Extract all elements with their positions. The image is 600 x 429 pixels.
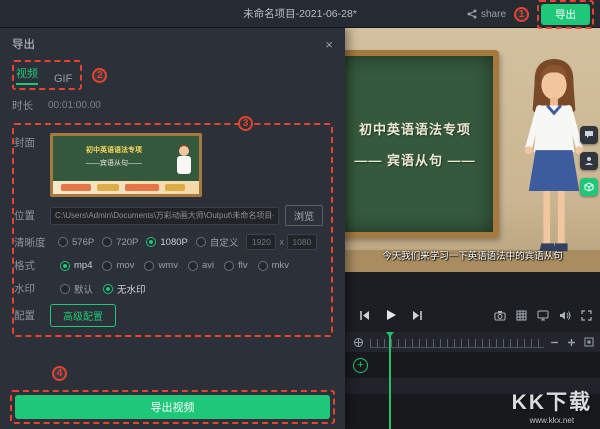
export-video-highlight-box: 导出视频: [10, 390, 335, 424]
thumb-title-line2: ——宾语从句——: [59, 158, 169, 168]
close-icon[interactable]: ×: [325, 38, 333, 51]
tab-gif[interactable]: GIF: [54, 73, 72, 87]
location-label: 位置: [14, 208, 50, 223]
radio-icon: [146, 237, 156, 247]
props-tool-button[interactable]: [580, 178, 598, 196]
radio-icon: [103, 284, 113, 294]
annotation-circle-1: 1: [514, 7, 529, 22]
transport-bar: [345, 300, 600, 330]
board-title-line1: 初中英语语法专项: [359, 119, 471, 138]
speech-bubble-icon: [584, 130, 594, 140]
radio-icon: [258, 261, 268, 271]
fit-timeline-icon[interactable]: [584, 337, 594, 347]
cube-icon: [584, 182, 594, 192]
advanced-config-button[interactable]: 高级配置: [50, 304, 116, 327]
snapshot-button[interactable]: [494, 310, 506, 321]
dialog-title: 导出: [12, 36, 35, 52]
times-separator: x: [279, 237, 284, 247]
cover-label: 封面: [14, 135, 50, 150]
timeline-track[interactable]: [345, 378, 600, 394]
format-option-mkv[interactable]: mkv: [258, 260, 289, 271]
cover-thumbnail[interactable]: 初中英语语法专项 ——宾语从句——: [50, 133, 202, 197]
timeline-panel: + KK下载 www.kkx.net: [345, 272, 600, 429]
radio-icon: [188, 261, 198, 271]
timeline-ruler[interactable]: [370, 339, 544, 348]
annotation-circle-3: 3: [238, 116, 253, 131]
tab-video[interactable]: 视频: [16, 65, 38, 87]
annotation-circle-2: 2: [92, 68, 107, 83]
person-icon: [584, 156, 594, 166]
radio-icon: [102, 237, 112, 247]
config-label: 配置: [14, 308, 50, 323]
format-option-avi[interactable]: avi: [188, 260, 214, 271]
zoom-out-icon[interactable]: [550, 338, 559, 347]
quality-option-1080p[interactable]: 1080P: [146, 237, 187, 248]
app-window: 未命名项目-2021-06-28* share 1 导出 初中英语语法专项 ——…: [0, 0, 600, 429]
export-highlight-box: 导出: [537, 0, 594, 29]
format-option-mov[interactable]: mov: [102, 260, 134, 271]
top-bar: 未命名项目-2021-06-28* share 1 导出: [0, 0, 600, 28]
radio-icon: [102, 261, 112, 271]
tabs-highlight-box: 视频 GIF: [12, 60, 82, 90]
watermark-label: 水印: [14, 281, 50, 296]
output-path-input[interactable]: [50, 207, 279, 225]
radio-icon: [224, 261, 234, 271]
thumb-banner: [53, 181, 199, 194]
chalkboard: 初中英语语法专项 —— 宾语从句 ——: [345, 50, 499, 238]
custom-width-input[interactable]: [246, 234, 276, 250]
skip-forward-button[interactable]: [412, 310, 423, 321]
radio-icon: [60, 261, 70, 271]
locate-playhead-button[interactable]: [353, 337, 364, 348]
format-option-mp4[interactable]: mp4: [60, 260, 92, 271]
timeline-ruler-row: [345, 332, 600, 352]
playhead[interactable]: [389, 332, 391, 429]
format-option-flv[interactable]: flv: [224, 260, 248, 271]
format-label: 格式: [14, 258, 50, 273]
stage-canvas[interactable]: 初中英语语法专项 —— 宾语从句 ——: [345, 28, 600, 272]
radio-icon: [196, 237, 206, 247]
export-button[interactable]: 导出: [541, 4, 590, 25]
duration-label: 时长: [12, 98, 48, 113]
track-area[interactable]: +: [345, 352, 600, 429]
monitor-button[interactable]: [537, 310, 549, 321]
character-tool-button[interactable]: [580, 152, 598, 170]
thumb-character: [179, 146, 189, 156]
export-dialog: 导出 × 视频 GIF 2 时长 00:01:00.00 3 封面 初中英语语法…: [0, 28, 345, 429]
fullscreen-button[interactable]: [581, 310, 592, 321]
export-video-button[interactable]: 导出视频: [15, 395, 330, 419]
browse-button[interactable]: 浏览: [285, 205, 323, 226]
skip-back-button[interactable]: [359, 310, 370, 321]
scene-side-toolbar: [580, 126, 598, 196]
quality-option-720p[interactable]: 720P: [102, 237, 138, 248]
grid-view-button[interactable]: [516, 310, 527, 321]
share-button[interactable]: share: [467, 9, 506, 20]
play-button[interactable]: [385, 309, 397, 321]
board-title-line2: —— 宾语从句 ——: [354, 150, 475, 169]
thumb-title-line1: 初中英语语法专项: [59, 145, 169, 155]
subtitle-tool-button[interactable]: [580, 126, 598, 144]
annotation-circle-4: 4: [52, 366, 67, 381]
quality-label: 清晰度: [14, 235, 50, 250]
radio-icon: [60, 284, 70, 294]
settings-highlight-box: 3 封面 初中英语语法专项 ——宾语从句—— 位置 浏览: [12, 123, 333, 337]
radio-icon: [144, 261, 154, 271]
custom-height-input[interactable]: [287, 234, 317, 250]
watermark-option-default[interactable]: 默认: [60, 282, 93, 296]
watermark-option-none[interactable]: 无水印: [103, 282, 146, 296]
duration-value: 00:01:00.00: [48, 100, 101, 111]
quality-option-custom[interactable]: 自定义: [196, 235, 239, 249]
radio-icon: [58, 237, 68, 247]
zoom-in-icon[interactable]: [567, 338, 576, 347]
caption-text: 今天我们来学习一下英语语法中的宾语从句: [345, 248, 600, 262]
quality-option-576p[interactable]: 576P: [58, 237, 94, 248]
share-icon: [467, 9, 477, 19]
share-label: share: [481, 9, 506, 20]
format-option-wmv[interactable]: wmv: [144, 260, 178, 271]
volume-button[interactable]: [559, 310, 571, 321]
add-track-button[interactable]: +: [353, 358, 368, 373]
preview-panel: 初中英语语法专项 —— 宾语从句 ——: [345, 28, 600, 429]
